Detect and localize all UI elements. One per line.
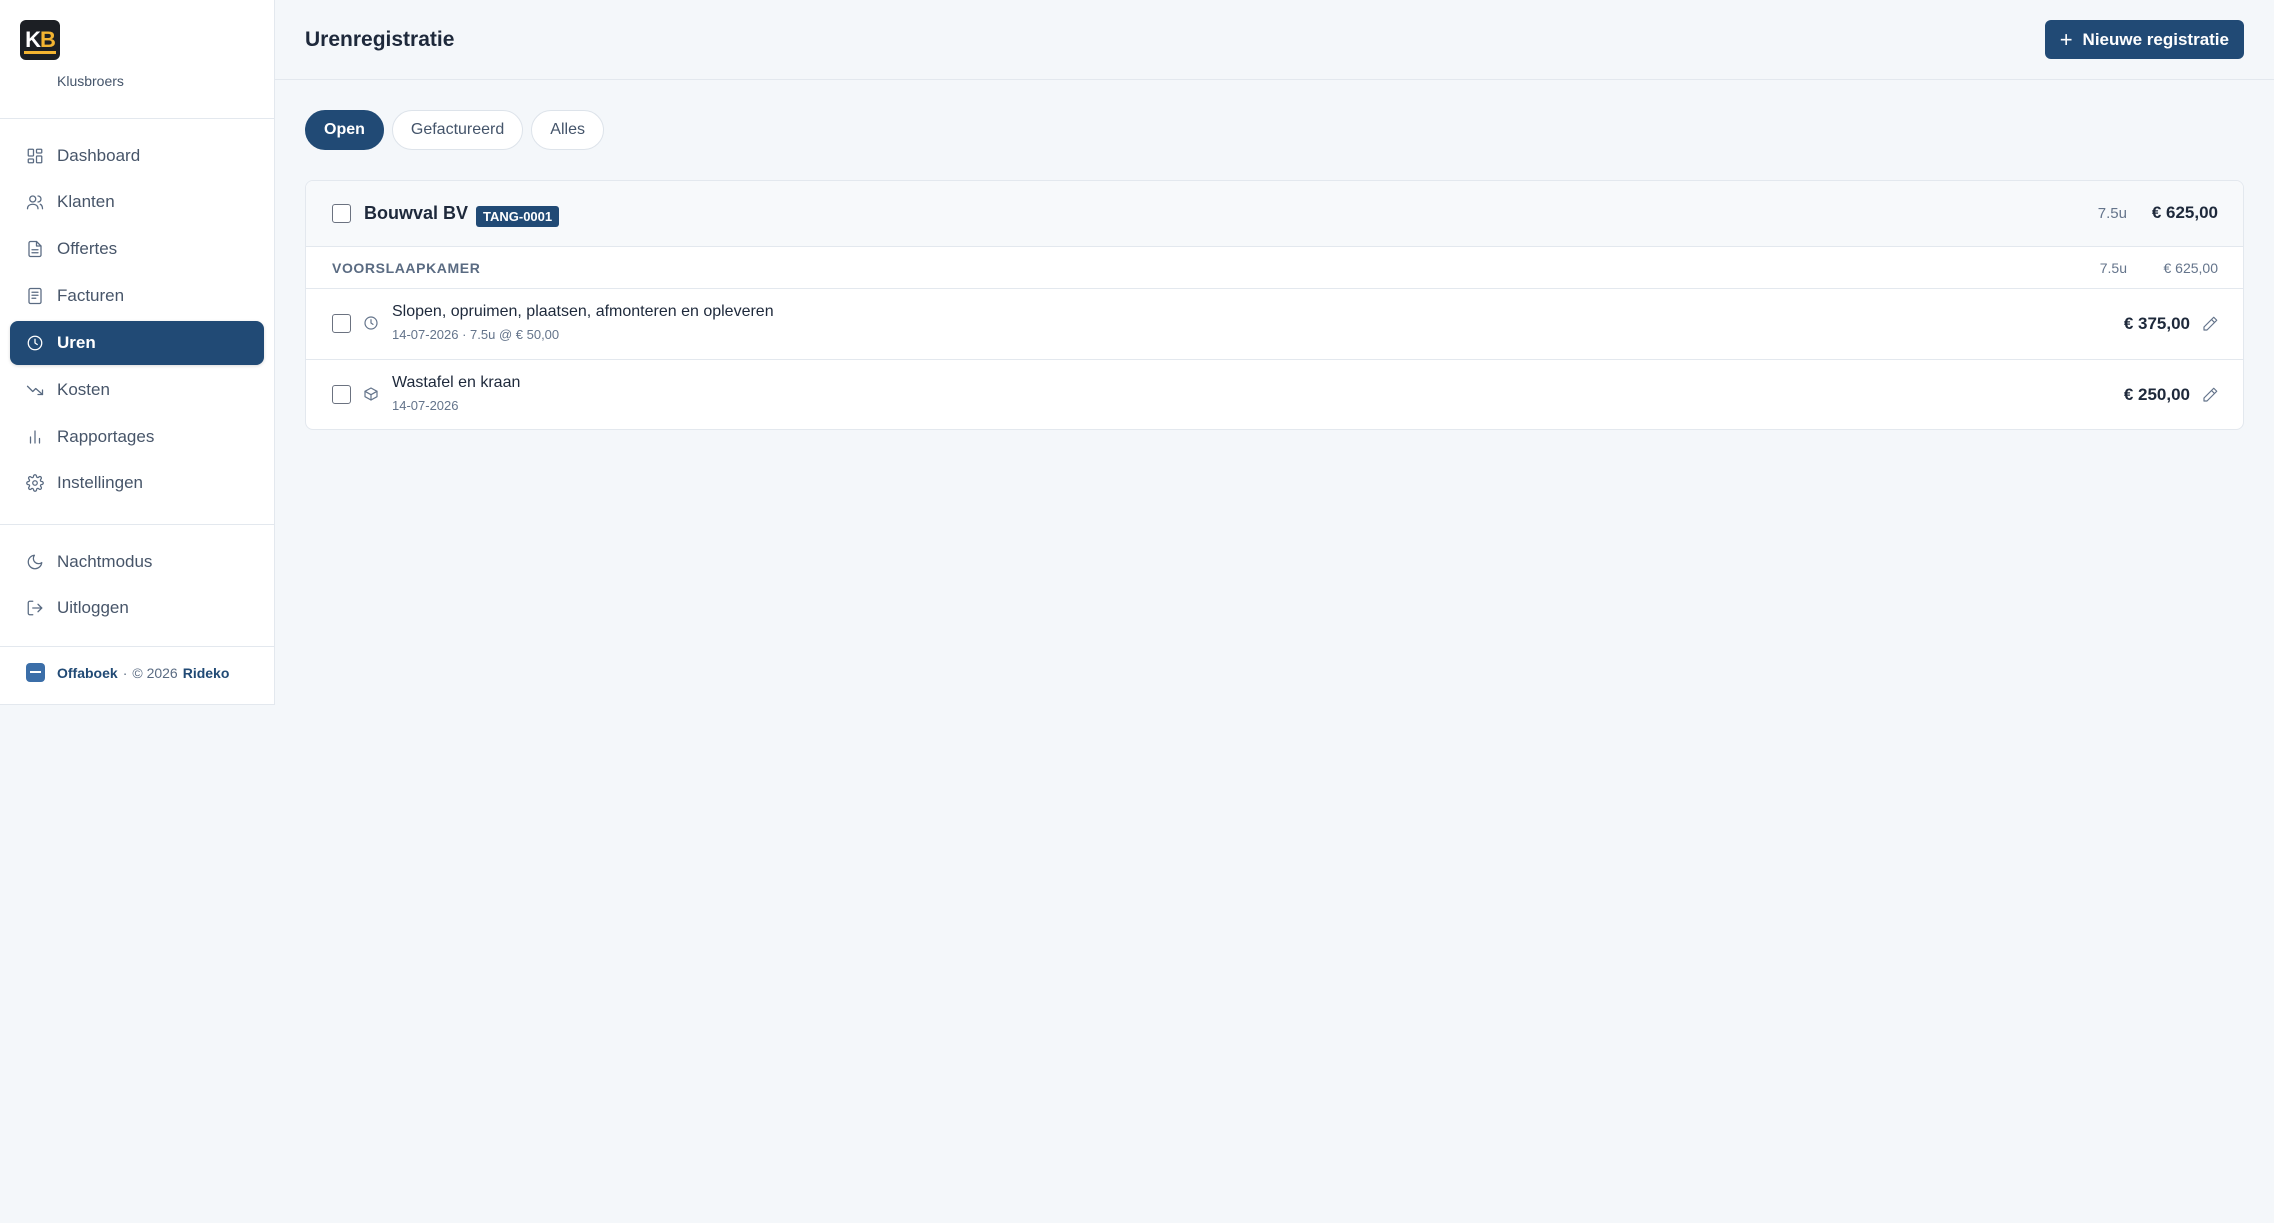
entry-subtitle: 14-07-2026 xyxy=(392,398,459,413)
client-entries-card: Bouwval BV TANG-0001 7.5u € 625,00 VOORS… xyxy=(305,180,2244,430)
package-icon xyxy=(363,386,379,402)
dashboard-icon xyxy=(25,146,45,166)
company-logo[interactable]: KB xyxy=(20,20,60,60)
sidebar-item-label: Rapportages xyxy=(57,427,155,446)
gear-icon xyxy=(25,473,45,493)
sidebar: KB Klusbroers Dashboard Klanten Offertes… xyxy=(0,0,275,705)
group-header-row: VOORSLAAPKAMER 7.5u € 625,00 xyxy=(306,247,2243,289)
sidebar-item-label: Klanten xyxy=(57,192,115,211)
document-icon xyxy=(25,239,45,259)
copyright-text: © 2026 xyxy=(132,664,178,681)
select-entry-checkbox[interactable] xyxy=(332,385,351,404)
group-amount: € 625,00 xyxy=(2163,260,2219,276)
clock-icon xyxy=(363,315,379,331)
entry-title: Slopen, opruimen, plaatsen, afmonteren e… xyxy=(392,303,774,320)
sidebar-item-label: Uitloggen xyxy=(57,598,129,617)
logout-icon xyxy=(25,598,45,618)
sidebar-item-label: Uren xyxy=(57,333,96,352)
company-name: Klusbroers xyxy=(57,73,124,89)
entry-amount: € 250,00 xyxy=(2123,385,2190,404)
status-filter-tabs: Open Gefactureerd Alles xyxy=(305,110,604,150)
sidebar-item-offertes[interactable]: Offertes xyxy=(10,227,264,271)
group-label: VOORSLAAPKAMER xyxy=(332,260,481,276)
pencil-icon[interactable] xyxy=(2201,386,2219,404)
sidebar-item-label: Kosten xyxy=(57,380,110,399)
filter-gefactureerd[interactable]: Gefactureerd xyxy=(391,110,524,150)
sidebar-divider xyxy=(0,524,274,525)
bar-chart-icon xyxy=(25,427,45,447)
plus-icon: + xyxy=(2059,26,2073,52)
time-entry-row[interactable]: Wastafel en kraan 14-07-2026 € 250,00 xyxy=(306,360,2243,429)
sidebar-item-kosten[interactable]: Kosten xyxy=(10,368,264,412)
client-name: Bouwval BV xyxy=(364,203,469,223)
filter-open[interactable]: Open xyxy=(305,110,384,150)
sidebar-item-uren[interactable]: Uren xyxy=(10,321,264,365)
logo-underline xyxy=(24,51,56,54)
sidebar-item-klanten[interactable]: Klanten xyxy=(10,180,264,224)
clock-icon xyxy=(25,333,45,353)
sidebar-divider xyxy=(0,118,274,119)
project-code-badge: TANG-0001 xyxy=(476,206,560,227)
author-link[interactable]: Rideko xyxy=(183,665,230,681)
select-entry-checkbox[interactable] xyxy=(332,314,351,333)
page-header: Urenregistratie + Nieuwe registratie xyxy=(275,0,2274,80)
sidebar-footer: Offaboek · © 2026 Rideko xyxy=(26,663,229,682)
client-total-hours: 7.5u xyxy=(2097,205,2127,222)
select-client-checkbox[interactable] xyxy=(332,204,351,223)
logo-letter-b: B xyxy=(40,27,56,52)
sidebar-item-label: Instellingen xyxy=(57,473,144,492)
sidebar-item-label: Offertes xyxy=(57,239,118,258)
new-registration-button[interactable]: + Nieuwe registratie xyxy=(2044,20,2244,59)
entry-amount: € 375,00 xyxy=(2123,314,2190,333)
new-registration-label: Nieuwe registratie xyxy=(2082,29,2229,49)
sidebar-item-rapportages[interactable]: Rapportages xyxy=(10,415,264,459)
sidebar-item-dashboard[interactable]: Dashboard xyxy=(10,134,264,178)
filter-alles[interactable]: Alles xyxy=(531,110,604,150)
sidebar-item-label: Nachtmodus xyxy=(57,552,153,571)
sidebar-item-label: Facturen xyxy=(57,286,125,305)
invoice-icon xyxy=(25,286,45,306)
app-brand-link[interactable]: Offaboek xyxy=(57,665,118,681)
time-entry-row[interactable]: Slopen, opruimen, plaatsen, afmonteren e… xyxy=(306,289,2243,360)
entry-title: Wastafel en kraan xyxy=(392,374,521,391)
moon-icon xyxy=(25,552,45,572)
entry-subtitle: 14-07-2026 · 7.5u @ € 50,00 xyxy=(392,327,560,342)
sidebar-item-uitloggen[interactable]: Uitloggen xyxy=(10,586,264,630)
footer-separator: · xyxy=(122,664,128,681)
sidebar-divider xyxy=(0,646,274,647)
group-hours: 7.5u xyxy=(2099,260,2127,276)
app-logo-icon xyxy=(26,663,45,682)
page-title: Urenregistratie xyxy=(305,28,455,51)
client-header-row: Bouwval BV TANG-0001 7.5u € 625,00 xyxy=(306,181,2243,247)
trending-down-icon xyxy=(25,380,45,400)
client-total-amount: € 625,00 xyxy=(2151,203,2218,222)
logo-letter-k: K xyxy=(25,27,41,52)
users-icon xyxy=(25,192,45,212)
pencil-icon[interactable] xyxy=(2201,315,2219,333)
sidebar-item-facturen[interactable]: Facturen xyxy=(10,274,264,318)
sidebar-item-nachtmodus[interactable]: Nachtmodus xyxy=(10,540,264,584)
sidebar-item-label: Dashboard xyxy=(57,146,141,165)
sidebar-item-instellingen[interactable]: Instellingen xyxy=(10,461,264,505)
